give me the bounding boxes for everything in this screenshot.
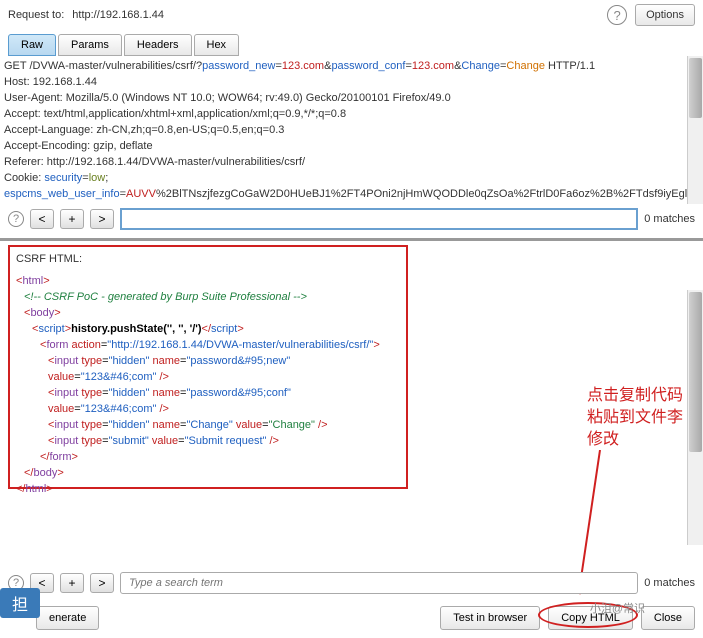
- search-row-top: ? < + > 0 matches: [0, 204, 703, 234]
- options-button[interactable]: Options: [635, 4, 695, 26]
- param-val: Change: [506, 60, 545, 72]
- search-input[interactable]: [120, 208, 638, 230]
- add-button[interactable]: +: [60, 573, 84, 593]
- regenerate-button[interactable]: enerate: [36, 606, 99, 630]
- method: GET: [4, 60, 29, 72]
- tabs-row: Raw Params Headers Hex: [0, 34, 703, 56]
- scrollbar[interactable]: [687, 56, 703, 204]
- http-version: HTTP/1.1: [545, 60, 595, 72]
- param-name: Change: [461, 60, 500, 72]
- add-button[interactable]: +: [60, 209, 84, 229]
- header: Request to: http://192.168.1.44 ? Option…: [0, 0, 703, 30]
- cookie-name: espcms_web_user_info: [4, 188, 120, 200]
- param-name: password_new: [202, 60, 275, 72]
- next-button[interactable]: >: [90, 573, 114, 593]
- match-count: 0 matches: [644, 213, 695, 225]
- help-icon[interactable]: ?: [8, 211, 24, 227]
- param-val: 123.com: [282, 60, 324, 72]
- prev-button[interactable]: <: [30, 209, 54, 229]
- host-header: Host: 192.168.1.44: [4, 74, 699, 90]
- test-browser-button[interactable]: Test in browser: [440, 606, 540, 630]
- csrf-label: CSRF HTML:: [16, 253, 400, 265]
- path: /DVWA-master/vulnerabilities/csrf/?: [29, 60, 202, 72]
- request-url: http://192.168.1.44: [72, 9, 164, 21]
- comment: <!-- CSRF PoC - generated by Burp Suite …: [16, 289, 400, 305]
- bottom-buttons: 担 enerate Test in browser Copy HTML Clos…: [0, 598, 703, 638]
- help-icon[interactable]: ?: [607, 5, 627, 25]
- watermark-badge: 担: [0, 588, 40, 618]
- raw-request-view[interactable]: GET /DVWA-master/vulnerabilities/csrf/?p…: [0, 56, 703, 204]
- accept-lang-header: Accept-Language: zh-CN,zh;q=0.8,en-US;q=…: [4, 122, 699, 138]
- ua-header: User-Agent: Mozilla/5.0 (Windows NT 10.0…: [4, 90, 699, 106]
- scrollbar[interactable]: [687, 290, 703, 545]
- accept-enc-header: Accept-Encoding: gzip, deflate: [4, 138, 699, 154]
- csrf-code[interactable]: <html> <!-- CSRF PoC - generated by Burp…: [16, 273, 400, 497]
- csrf-html-box: CSRF HTML: <html> <!-- CSRF PoC - genera…: [8, 245, 408, 489]
- tab-raw[interactable]: Raw: [8, 34, 56, 56]
- cookie-label: Cookie:: [4, 172, 44, 184]
- match-count: 0 matches: [644, 577, 695, 589]
- accept-header: Accept: text/html,application/xhtml+xml,…: [4, 106, 699, 122]
- copy-html-button[interactable]: Copy HTML: [548, 606, 633, 630]
- param-val: 123.com: [412, 60, 454, 72]
- annotation-text: 点击复制代码 粘贴到文件李 修改: [587, 385, 683, 451]
- close-button[interactable]: Close: [641, 606, 695, 630]
- search-row-bottom: ? < + > 0 matches: [0, 568, 703, 598]
- referer-header: Referer: http://192.168.1.44/DVWA-master…: [4, 154, 699, 170]
- tab-headers[interactable]: Headers: [124, 34, 192, 56]
- tab-hex[interactable]: Hex: [194, 34, 240, 56]
- request-label: Request to:: [8, 9, 64, 21]
- param-name: password_conf: [331, 60, 405, 72]
- divider[interactable]: [0, 238, 703, 241]
- next-button[interactable]: >: [90, 209, 114, 229]
- tab-params[interactable]: Params: [58, 34, 122, 56]
- search-input[interactable]: [120, 572, 638, 594]
